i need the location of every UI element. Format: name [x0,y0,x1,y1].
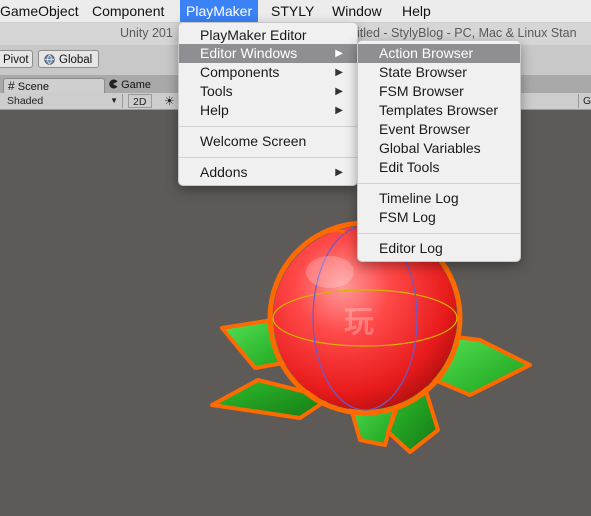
shading-mode-label: Shaded [7,95,44,107]
menu-item-event-browser[interactable]: Event Browser [358,120,520,139]
menu-playmaker[interactable]: PlayMaker [180,0,259,22]
menu-separator [358,233,520,234]
gizmos-dropdown[interactable]: Gi [578,94,591,108]
menu-item-welcome-screen[interactable]: Welcome Screen [179,132,357,151]
sun-icon[interactable]: ☀ [160,94,178,108]
2d-toggle-button[interactable]: 2D [128,94,152,108]
submenu-arrow-icon: ▶ [335,86,343,97]
editor-windows-submenu: Action Browser State Browser FSM Browser… [357,40,521,262]
tab-game-label: Game [121,79,152,91]
menu-item-state-browser[interactable]: State Browser [358,63,520,82]
menu-gameobject[interactable]: GameObject [0,0,85,22]
menu-item-help[interactable]: Help ▶ [179,101,357,120]
menu-component[interactable]: Component [86,0,170,22]
tab-scene-label: Scene [17,81,49,93]
menu-item-tools[interactable]: Tools ▶ [179,82,357,101]
watermark-glyph: 玩 [344,305,374,340]
global-sphere-icon [44,54,55,65]
menu-item-components[interactable]: Components ▶ [179,63,357,82]
dropdown-arrow-icon: ▼ [110,96,118,105]
menu-styly[interactable]: STYLY [265,0,320,22]
submenu-arrow-icon: ▶ [335,105,343,116]
menu-item-editor-log[interactable]: Editor Log [358,239,520,258]
menu-separator [358,183,520,184]
tab-scene[interactable]: # Scene [3,78,105,94]
playmaker-menu: PlayMaker Editor Editor Windows ▶ Compon… [178,22,358,186]
menu-item-timeline-log[interactable]: Timeline Log [358,189,520,208]
pivot-button[interactable]: Pivot [0,50,33,68]
global-button[interactable]: Global [38,50,99,68]
window-title-right: itled - StylyBlog - PC, Mac & Linux Stan [357,26,577,40]
menu-item-templates-browser[interactable]: Templates Browser [358,101,520,120]
shading-mode-dropdown[interactable]: Shaded ▼ [3,94,123,108]
menu-item-action-browser[interactable]: Action Browser [358,44,520,63]
global-button-label: Global [59,54,93,66]
menu-item-global-variables[interactable]: Global Variables [358,139,520,158]
mac-menubar: GameObject Component PlayMaker STYLY Win… [0,0,591,23]
menu-item-fsm-browser[interactable]: FSM Browser [358,82,520,101]
menu-item-fsm-log[interactable]: FSM Log [358,208,520,227]
menu-item-editor-windows[interactable]: Editor Windows ▶ [179,44,357,63]
submenu-arrow-icon: ▶ [335,167,343,178]
submenu-arrow-icon: ▶ [335,67,343,78]
window-title-left: Unity 201 [120,26,173,40]
scene-grid-icon: # [8,79,15,93]
submenu-arrow-icon: ▶ [335,48,343,59]
menu-item-playmaker-editor[interactable]: PlayMaker Editor [179,26,357,45]
menu-separator [179,126,357,127]
game-pacman-icon [109,79,118,89]
menu-item-addons[interactable]: Addons ▶ [179,163,357,182]
menu-window[interactable]: Window [326,0,388,22]
tab-game[interactable]: Game [104,78,155,93]
menu-help[interactable]: Help [396,0,437,22]
menu-separator [179,157,357,158]
menu-item-edit-tools[interactable]: Edit Tools [358,158,520,177]
